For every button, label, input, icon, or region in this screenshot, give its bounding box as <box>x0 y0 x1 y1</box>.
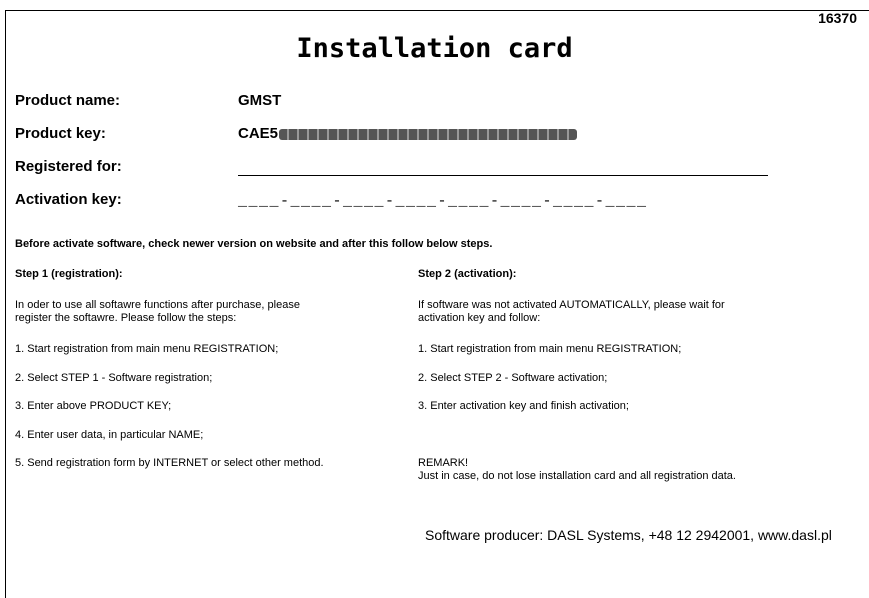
list-item: 1. Start registration from main menu REG… <box>418 343 682 355</box>
step1-heading: Step 1 (registration): <box>15 268 123 280</box>
step2-heading: Step 2 (activation): <box>418 268 517 280</box>
remark-text: Just in case, do not lose installation c… <box>418 470 736 482</box>
list-item: 5. Send registration form by INTERNET or… <box>15 457 324 469</box>
list-item: 3. Enter activation key and finish activ… <box>418 400 629 412</box>
product-key-redaction <box>279 128 578 140</box>
step2-para-line1: If software was not activated AUTOMATICA… <box>418 299 725 311</box>
activation-key-label: Activation key: <box>15 191 122 208</box>
step1-paragraph: In oder to use all softawre functions af… <box>15 299 300 325</box>
registered-for-line <box>238 175 768 176</box>
product-key-label: Product key: <box>15 125 106 142</box>
activation-key-value: ____-____-____-____-____-____-____-____ <box>238 193 648 210</box>
remark-title: REMARK! <box>418 457 469 469</box>
step1-para-line1: In oder to use all softawre functions af… <box>15 299 300 311</box>
remark: REMARK! Just in case, do not lose instal… <box>418 457 736 483</box>
list-item: 4. Enter user data, in particular NAME; <box>15 429 204 441</box>
card-border-left <box>5 10 6 598</box>
product-name-value: GMST <box>238 92 282 109</box>
intro-text: Before activate software, check newer ve… <box>15 238 493 250</box>
product-key-prefix: CAE5 <box>238 125 279 142</box>
step2-paragraph: If software was not activated AUTOMATICA… <box>418 299 725 325</box>
registered-for-label: Registered for: <box>15 158 122 175</box>
list-item: 3. Enter above PRODUCT KEY; <box>15 400 172 412</box>
product-key-value: CAE5 <box>238 125 578 142</box>
page-title: Installation card <box>296 33 573 64</box>
list-item: 2. Select STEP 2 - Software activation; <box>418 372 608 384</box>
step2-para-line2: activation key and follow: <box>418 312 541 324</box>
list-item: 2. Select STEP 1 - Software registration… <box>15 372 213 384</box>
producer-info: Software producer: DASL Systems, +48 12 … <box>425 527 832 543</box>
step1-para-line2: register the softawre. Please follow the… <box>15 312 237 324</box>
product-name-label: Product name: <box>15 92 121 109</box>
list-item: 1. Start registration from main menu REG… <box>15 343 279 355</box>
card-number: 16370 <box>818 10 857 26</box>
card-border-top <box>5 10 869 11</box>
